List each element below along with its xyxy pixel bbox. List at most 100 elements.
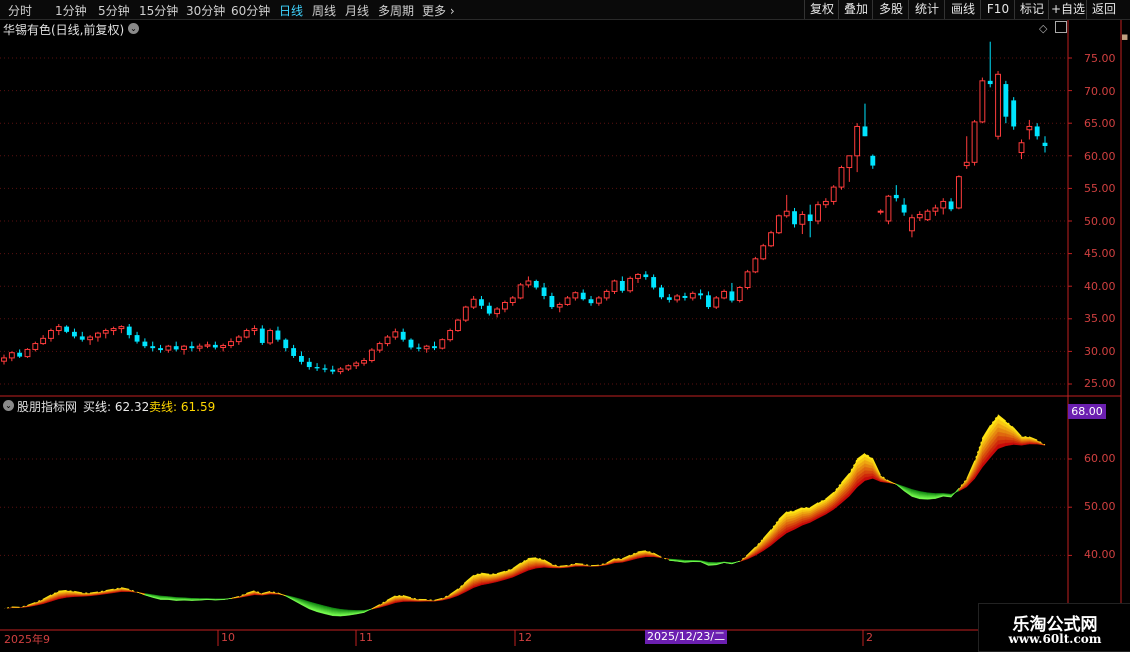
candle [166,345,171,353]
candle [315,363,320,371]
indicator-band-segment [1006,442,1014,445]
candle [745,270,750,290]
candle [252,325,257,335]
candle [675,294,680,302]
indicator-series [4,415,1045,617]
candle [510,296,515,306]
candle [917,211,922,221]
x-tick: 2025年9 [4,631,50,647]
y-tick: 50.00 [1084,215,1116,228]
candle [401,329,406,342]
diamond-icon[interactable]: ◇ [1039,22,1047,35]
candle [409,338,414,349]
candle [189,342,194,352]
candle [495,307,500,317]
candle [213,342,218,350]
x-tick: 2 [866,631,873,644]
indicator-band-segment [176,600,184,601]
candle [604,289,609,300]
candle [769,231,774,247]
candle [776,214,781,234]
candle [135,332,140,344]
candle [980,78,985,124]
candle [839,166,844,190]
y-tick: 40.00 [1084,548,1116,561]
candle [667,294,672,302]
x-tick: 12 [518,631,532,644]
candle [823,198,828,208]
y-tick: 45.00 [1084,247,1116,260]
chevron-down-icon[interactable]: ⌄ [128,23,139,34]
candle [549,293,554,309]
candle [847,156,852,182]
candle [698,289,703,299]
candle [283,338,288,351]
candle [307,358,312,370]
candle [792,208,797,228]
candle [346,364,351,371]
candle [369,348,374,362]
candle [416,344,421,352]
candle [322,364,327,372]
clipped-text: ▪ [1121,30,1128,43]
candle [910,214,915,237]
y-tick: 75.00 [1084,52,1116,65]
candle [518,283,523,299]
candle [612,280,617,294]
candle [80,332,85,342]
indicator-band-segment [951,488,959,497]
candle [229,338,234,348]
candle [2,355,7,365]
candle [573,291,578,300]
y-tick: 40.00 [1084,280,1116,293]
candle [863,104,868,137]
candle [9,351,14,361]
candle [651,274,656,289]
candle [41,335,46,345]
window-toggle-icon[interactable] [1055,21,1067,33]
kline-chart[interactable] [0,0,1130,650]
candle [463,306,468,322]
candle [150,342,155,352]
candle [534,280,539,290]
x-tick: 10 [221,631,235,644]
current-value-badge: 68.00 [1068,404,1106,419]
candle [276,327,281,342]
candle [1019,140,1024,160]
candle [299,351,304,364]
candle [988,42,993,88]
candle [855,123,860,172]
candle [1027,120,1032,140]
candle [729,283,734,303]
candle [479,296,484,309]
indicator-name: 股朋指标网 [17,398,77,415]
buy-line-value: 买线: 62.32 [83,398,149,415]
candle [197,344,202,352]
right-side-panel-edge[interactable]: ▪ [1121,20,1130,650]
candle [338,367,343,374]
chevron-down-icon[interactable]: ⌄ [3,400,14,411]
candle [643,271,648,279]
watermark-logo: 乐淘公式网 www.60lt.com [978,603,1130,652]
candle [393,329,398,340]
candle [878,209,883,214]
candle [49,329,54,342]
candle [377,342,382,353]
candle [119,325,124,333]
candle [182,345,187,355]
candle [1003,81,1008,123]
candle [354,361,359,369]
candle [268,329,273,345]
candle [25,348,30,358]
candle [526,276,531,287]
indicator-band-segment [192,600,200,601]
candle [471,296,476,309]
candle [503,301,508,313]
candle [244,329,249,339]
candle [56,324,61,335]
candle [456,319,461,332]
candle [291,345,296,358]
candle [221,344,226,352]
candle [636,273,641,283]
candle [714,296,719,309]
